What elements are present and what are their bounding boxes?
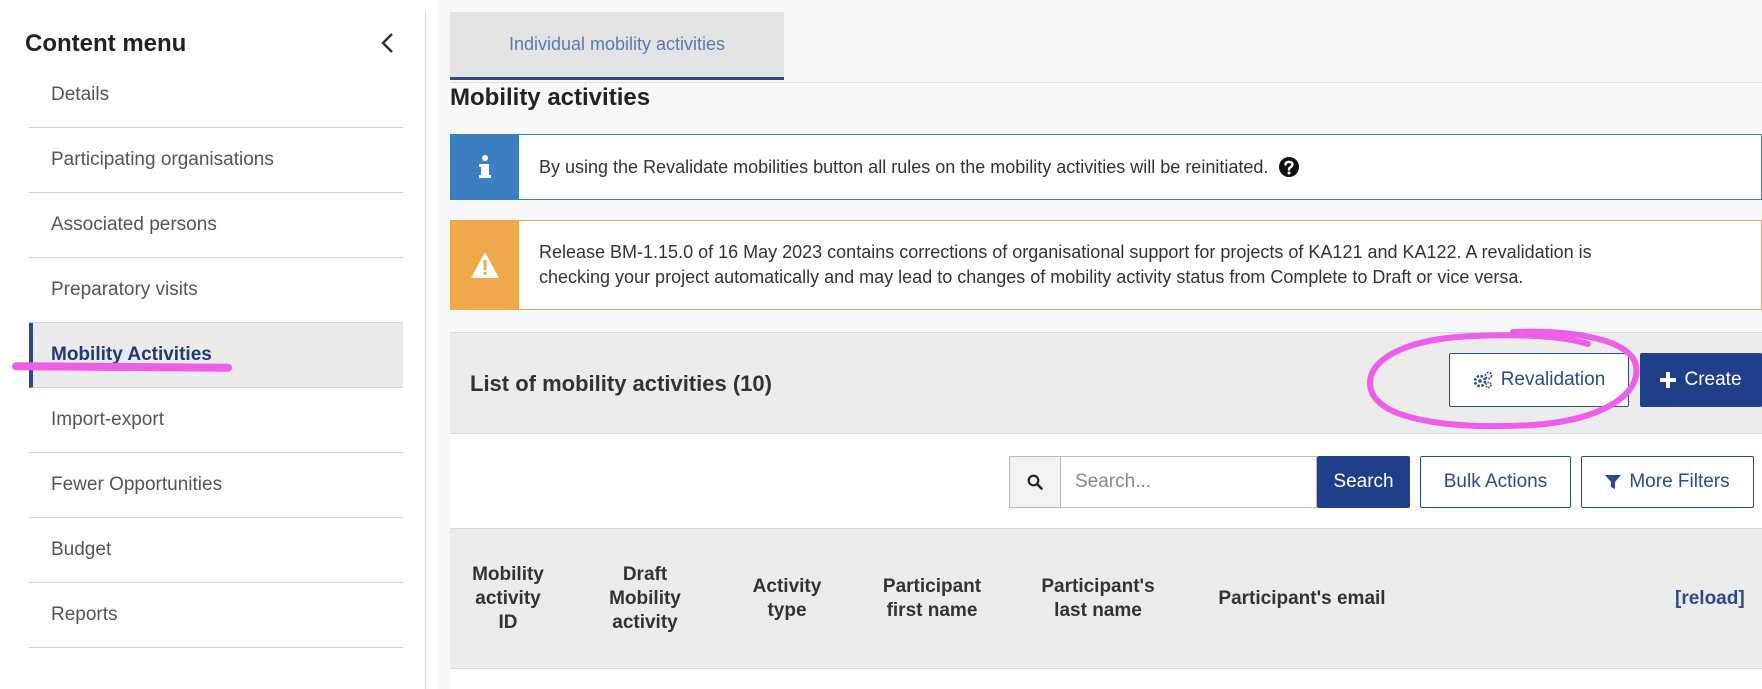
column-header-participant-email[interactable]: Participant's email <box>1202 529 1402 669</box>
list-toolbar: Search Bulk Actions More Filters <box>450 434 1762 529</box>
search-icon <box>1009 456 1061 508</box>
sidebar-item-label: Budget <box>51 539 112 560</box>
tab-individual-mobility-activities[interactable]: Individual mobility activities <box>450 12 784 80</box>
content-menu-sidebar: Content menu Details Participating organ… <box>12 12 426 689</box>
sidebar-item-mobility-activities[interactable]: Mobility Activities <box>29 323 403 388</box>
sidebar-item-label: Reports <box>51 604 118 625</box>
sidebar-item-label: Details <box>51 83 110 105</box>
warning-alert-line-1: Release BM-1.15.0 of 16 May 2023 contain… <box>539 242 1592 262</box>
create-button[interactable]: Create <box>1640 353 1762 407</box>
annotation-circle <box>1367 328 1640 430</box>
sidebar-item-preparatory-visits[interactable]: Preparatory visits <box>29 258 403 323</box>
sidebar-item-label: Import-export <box>51 409 164 430</box>
info-alert-message: By using the Revalidate mobilities butto… <box>539 156 1269 177</box>
column-header-activity-type[interactable]: Activity type <box>732 529 842 669</box>
search-button[interactable]: Search <box>1317 456 1410 508</box>
reload-link[interactable]: [reload] <box>1675 529 1745 669</box>
filter-icon <box>1605 475 1622 489</box>
annotation-underline <box>11 362 233 372</box>
chevron-left-icon[interactable] <box>377 30 399 56</box>
sidebar-item-participating-organisations[interactable]: Participating organisations <box>29 128 403 193</box>
sidebar-item-details[interactable]: Details <box>29 62 403 128</box>
column-header-mobility-activity-id[interactable]: Mobility activity ID <box>458 529 558 669</box>
warning-triangle-icon <box>451 221 519 309</box>
sidebar-menu: Details Participating organisations Asso… <box>29 62 403 648</box>
sidebar-item-reports[interactable]: Reports <box>29 583 403 648</box>
info-icon <box>451 135 519 199</box>
sidebar-item-label: Associated persons <box>51 214 217 235</box>
sidebar-item-fewer-opportunities[interactable]: Fewer Opportunities <box>29 453 403 518</box>
sidebar-item-label: Participating organisations <box>51 149 274 170</box>
more-filters-button[interactable]: More Filters <box>1581 456 1754 508</box>
sidebar-item-label: Preparatory visits <box>51 279 198 300</box>
sidebar-item-budget[interactable]: Budget <box>29 518 403 583</box>
plus-icon <box>1660 372 1677 388</box>
question-circle-icon[interactable] <box>1278 156 1300 178</box>
sidebar-item-import-export[interactable]: Import-export <box>29 388 403 453</box>
column-header-draft-mobility-activity[interactable]: Draft Mobility activity <box>580 529 710 669</box>
warning-alert: Release BM-1.15.0 of 16 May 2023 contain… <box>450 220 1762 310</box>
column-header-participant-last-name[interactable]: Participant's last name <box>1023 529 1173 669</box>
sidebar-item-label: Fewer Opportunities <box>51 474 223 495</box>
column-header-participant-first-name[interactable]: Participant first name <box>862 529 1002 669</box>
table-row <box>450 669 1762 689</box>
tab-bar: Individual mobility activities <box>450 12 1762 83</box>
table-header: Mobility activity ID Draft Mobility activity… <box>450 529 1762 669</box>
warning-alert-line-2: checking your project automatically and … <box>539 267 1524 287</box>
more-filters-button-label: More Filters <box>1629 471 1730 492</box>
search-input[interactable] <box>1061 456 1317 508</box>
info-alert: By using the Revalidate mobilities butto… <box>450 134 1762 200</box>
list-title: List of mobility activities (10) <box>470 371 772 396</box>
create-button-label: Create <box>1684 369 1742 390</box>
bulk-actions-button[interactable]: Bulk Actions <box>1420 456 1571 508</box>
sidebar-item-associated-persons[interactable]: Associated persons <box>29 193 403 258</box>
page-title: Mobility activities <box>450 84 651 111</box>
warning-alert-text: Release BM-1.15.0 of 16 May 2023 contain… <box>519 221 1592 309</box>
info-alert-text: By using the Revalidate mobilities butto… <box>519 135 1300 199</box>
sidebar-title: Content menu <box>25 30 187 57</box>
